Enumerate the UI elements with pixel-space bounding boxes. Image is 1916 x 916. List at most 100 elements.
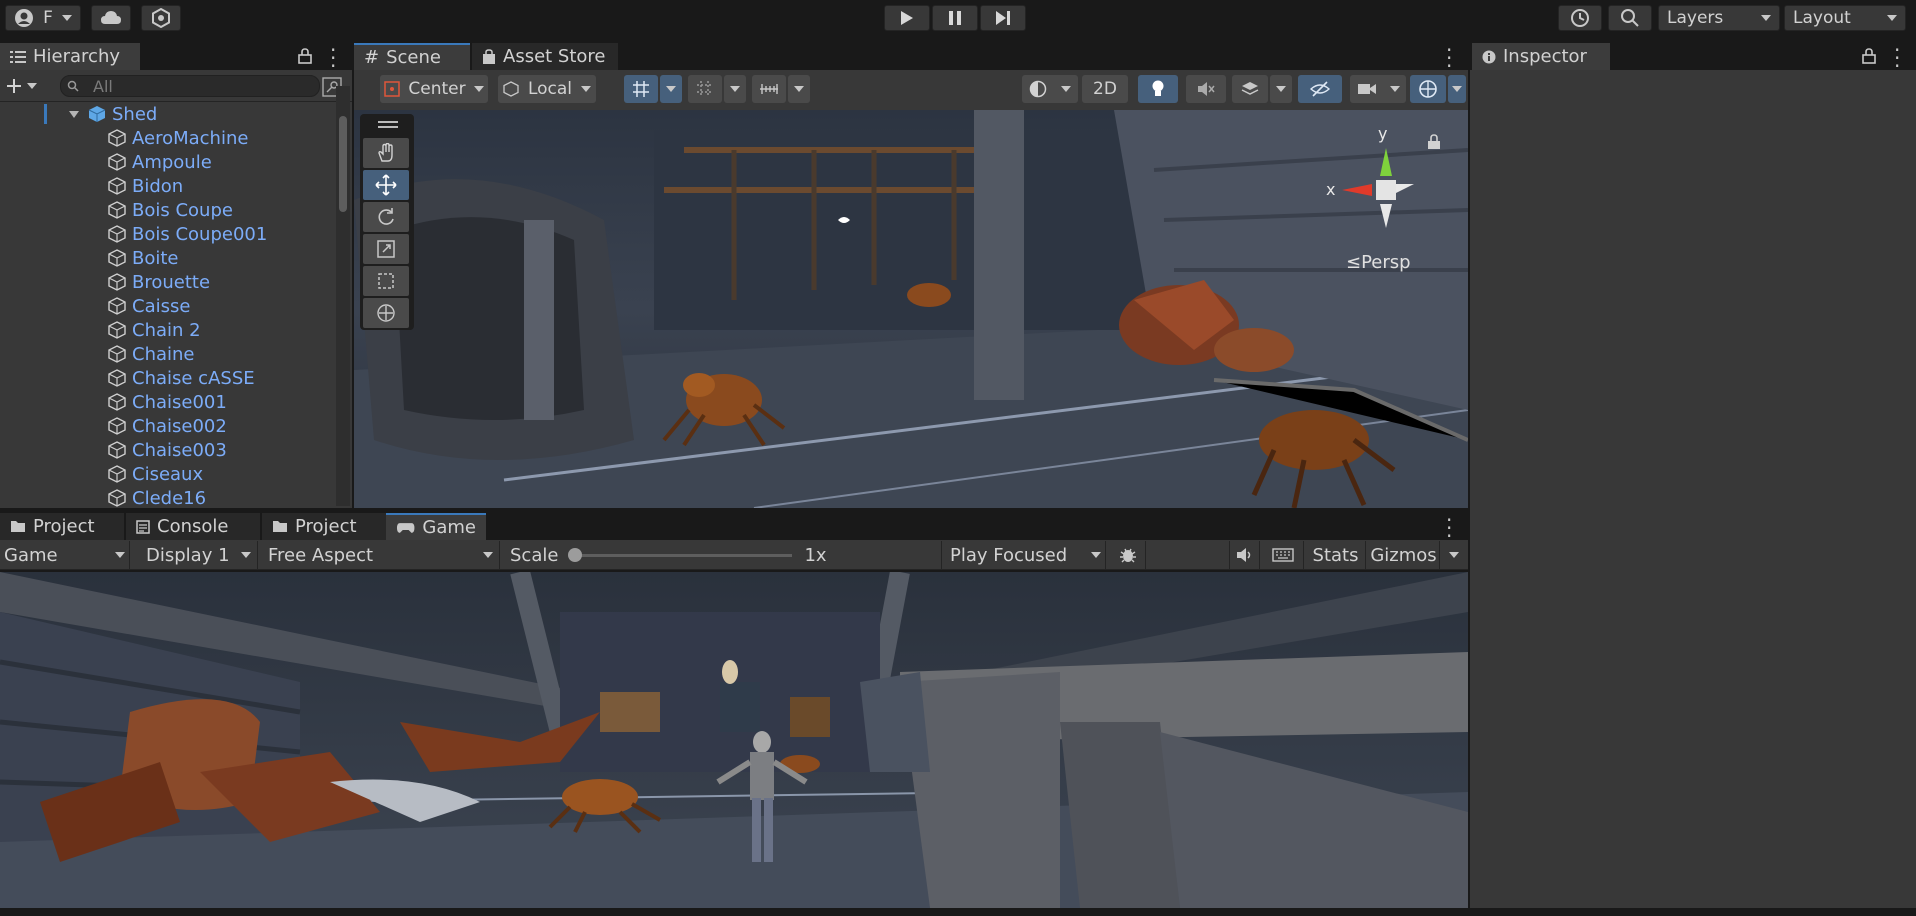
more-options-icon[interactable]: · · · xyxy=(1446,510,1452,546)
tab-project[interactable]: Project xyxy=(0,513,124,540)
layout-dropdown[interactable]: Layout xyxy=(1784,5,1906,31)
tab-hierarchy[interactable]: Hierarchy xyxy=(0,43,140,70)
history-button[interactable] xyxy=(1558,5,1602,31)
grid-hash-icon: # xyxy=(364,47,380,68)
hierarchy-item[interactable]: Boite xyxy=(108,246,179,270)
scale-tool[interactable] xyxy=(363,234,409,264)
hierarchy-scrollbar[interactable] xyxy=(336,86,350,506)
pivot-center-icon xyxy=(384,81,400,97)
hierarchy-item[interactable]: Chaise003 xyxy=(108,438,227,462)
hierarchy-item[interactable]: Bois Coupe001 xyxy=(108,222,267,246)
hierarchy-item[interactable]: Brouette xyxy=(108,270,210,294)
hierarchy-root-shed[interactable]: Shed xyxy=(68,102,157,126)
aspect-dropdown[interactable]: Free Aspect xyxy=(262,541,500,569)
camera-settings-dropdown[interactable] xyxy=(1350,75,1406,103)
hierarchy-item[interactable]: Clede16 xyxy=(108,486,206,508)
gizmo-lock-icon[interactable] xyxy=(1427,134,1441,150)
keyboard-button[interactable] xyxy=(1262,541,1304,569)
mute-audio-button[interactable] xyxy=(1230,541,1260,569)
chevron-down-icon xyxy=(115,552,125,558)
scale-slider-thumb[interactable] xyxy=(568,547,583,562)
hierarchy-item[interactable]: Chaise001 xyxy=(108,390,227,414)
drag-handle-icon[interactable] xyxy=(378,121,398,123)
pivot-space-dropdown[interactable]: Local xyxy=(498,75,596,103)
play-button[interactable] xyxy=(884,5,930,31)
foldout-arrow-icon[interactable] xyxy=(68,108,80,120)
lighting-toggle[interactable] xyxy=(1138,75,1178,103)
lock-icon[interactable] xyxy=(1862,48,1876,64)
hidden-objects-toggle[interactable] xyxy=(1298,75,1342,103)
hierarchy-item[interactable]: Chain 2 xyxy=(108,318,201,342)
tab-asset-store[interactable]: Asset Store xyxy=(472,43,618,70)
transform-tool[interactable] xyxy=(363,298,409,328)
gizmos-toggle[interactable] xyxy=(1410,75,1446,103)
scene-viewport[interactable] xyxy=(354,110,1468,508)
gizmos-dropdown[interactable] xyxy=(1442,541,1466,569)
rotate-tool[interactable] xyxy=(363,202,409,232)
account-dropdown[interactable]: F xyxy=(5,5,81,31)
grid-snap-dropdown[interactable] xyxy=(660,75,682,103)
scale-slider[interactable] xyxy=(568,547,793,562)
tab-console[interactable]: Console xyxy=(126,513,260,540)
hierarchy-item[interactable]: Chaine xyxy=(108,342,195,366)
pivot-mode-dropdown[interactable]: Center xyxy=(380,75,488,103)
step-icon xyxy=(996,11,1010,25)
effects-dropdown[interactable] xyxy=(1270,75,1292,103)
rect-tool[interactable] xyxy=(363,266,409,296)
hierarchy-item[interactable]: Caisse xyxy=(108,294,190,318)
display-dropdown[interactable]: Display 1 xyxy=(140,541,258,569)
gizmos-button[interactable]: Gizmos xyxy=(1368,541,1440,569)
effects-toggle[interactable] xyxy=(1232,75,1268,103)
game-viewport[interactable] xyxy=(0,572,1468,908)
cloud-button[interactable] xyxy=(91,5,131,31)
scrollbar-thumb[interactable] xyxy=(339,116,347,212)
gizmos-dropdown[interactable] xyxy=(1448,75,1466,103)
hierarchy-search[interactable]: All xyxy=(60,75,320,97)
lock-icon[interactable] xyxy=(298,48,312,64)
hand-tool[interactable] xyxy=(363,138,409,168)
search-button[interactable] xyxy=(1608,5,1652,31)
hierarchy-item-label: Chain 2 xyxy=(132,319,201,341)
hierarchy-item[interactable]: AeroMachine xyxy=(108,126,248,150)
resolution-field[interactable] xyxy=(1150,541,1230,569)
move-tool[interactable] xyxy=(363,170,409,200)
more-options-icon[interactable]: · · · xyxy=(1446,40,1452,76)
mode-2d-button[interactable]: 2D xyxy=(1082,75,1128,103)
layers-dropdown[interactable]: Layers xyxy=(1658,5,1780,31)
step-button[interactable] xyxy=(980,5,1026,31)
tab-scene[interactable]: # Scene xyxy=(354,43,470,70)
grid-snap-button[interactable] xyxy=(624,75,658,103)
hierarchy-item[interactable]: Ciseaux xyxy=(108,462,203,486)
tab-inspector[interactable]: Inspector xyxy=(1472,43,1610,70)
tab-game[interactable]: Game xyxy=(386,513,486,540)
ruler-dropdown[interactable] xyxy=(788,75,810,103)
create-button[interactable] xyxy=(6,76,44,96)
gameobject-cube-icon xyxy=(108,201,126,219)
audio-toggle[interactable] xyxy=(1186,75,1226,103)
hierarchy-item[interactable]: Bidon xyxy=(108,174,183,198)
collab-button[interactable] xyxy=(141,5,181,31)
layout-label: Layout xyxy=(1793,8,1851,28)
hierarchy-item[interactable]: Chaise cASSE xyxy=(108,366,255,390)
debug-button[interactable] xyxy=(1110,541,1146,569)
lightbulb-icon xyxy=(1152,80,1164,96)
increment-snap-dropdown[interactable] xyxy=(724,75,746,103)
persp-label[interactable]: ≤Persp xyxy=(1346,252,1411,273)
pause-button[interactable] xyxy=(932,5,978,31)
chevron-down-icon xyxy=(1452,86,1462,92)
increment-snap-button[interactable] xyxy=(688,75,722,103)
play-focus-dropdown[interactable]: Play Focused xyxy=(946,541,1106,569)
search-input[interactable]: All xyxy=(93,77,113,96)
more-options-icon[interactable]: · · · xyxy=(1894,40,1900,76)
hierarchy-item[interactable]: Bois Coupe xyxy=(108,198,233,222)
more-options-icon[interactable]: · · · xyxy=(330,40,336,76)
hierarchy-item[interactable]: Ampoule xyxy=(108,150,212,174)
game-view-dropdown[interactable]: Game xyxy=(0,541,130,569)
orientation-gizmo[interactable]: y x xyxy=(1324,124,1424,234)
tab-project-2[interactable]: Project xyxy=(262,513,386,540)
hierarchy-item[interactable]: Chaise002 xyxy=(108,414,227,438)
stats-button[interactable]: Stats xyxy=(1306,541,1366,569)
hexagon-icon xyxy=(152,8,170,28)
shading-mode-dropdown[interactable] xyxy=(1022,75,1078,103)
ruler-button[interactable] xyxy=(752,75,786,103)
